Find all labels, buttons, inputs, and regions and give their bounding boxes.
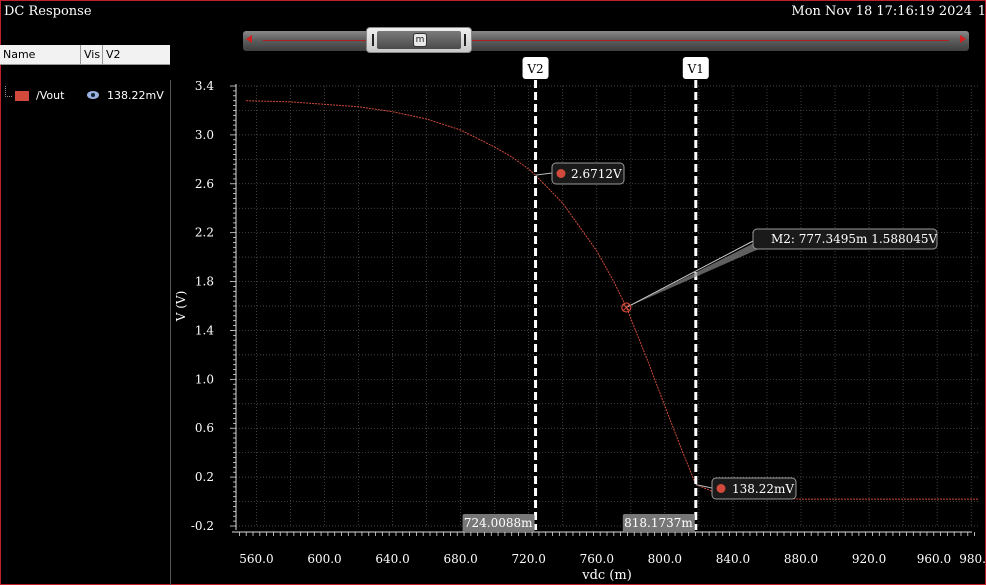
x-tick-labels: 560.0 600.0 640.0 680.0 720.0 760.0 800.0 840.0… [239,552,986,566]
marker-leader [626,239,756,308]
y-tick-label: 3.0 [195,128,214,142]
y-tick-labels: 3.4 3.0 2.6 2.2 1.8 1.4 1.0 0.6 0.2 -0.2 [191,79,214,533]
x-tick-label: 980.0 [959,552,986,566]
x-tick-label: 760.0 [580,552,614,566]
axes [232,84,972,533]
trace-vout[interactable] [246,100,978,500]
vertical-marker-label: V1 [687,62,704,76]
marker-readout: 724.0088m [464,516,533,530]
y-tick-label: 3.4 [195,79,214,93]
marker-value: 138.22mV [732,482,794,496]
vertical-markers[interactable]: V2 724.0088m V1 818.1737m [462,57,709,532]
plot-area[interactable]: 560.0 600.0 640.0 680.0 720.0 760.0 800.0 840.0… [0,0,986,585]
x-tick-label: 680.0 [443,552,477,566]
y-tick-label: 2.6 [195,177,214,191]
grid [236,85,978,527]
marker-dot [716,484,726,493]
marker-m2-label: M2: 777.3495m 1.588045V [771,232,937,246]
x-tick-label: 600.0 [307,552,341,566]
x-axis-label: vdc (m) [581,568,632,583]
y-tick-label: 0.2 [195,470,214,484]
x-tick-label: 640.0 [375,552,409,566]
y-tick-label: -0.2 [191,519,214,533]
y-tick-label: 0.6 [195,421,214,435]
y-tick-label: 1.0 [195,372,214,386]
x-tick-label: 920.0 [852,552,886,566]
marker-leader [535,172,553,176]
y-tick-label: 1.8 [195,275,214,289]
traces[interactable] [246,100,978,500]
marker-leader [695,484,713,489]
marker-leader-wedge [626,244,770,308]
point-markers[interactable]: 2.6712V 138.22mV M2: 777.3495m 1.588045V [535,162,938,500]
x-tick-label: 720.0 [512,552,546,566]
x-tick-label: 560.0 [239,552,273,566]
x-tick-label: 800.0 [648,552,682,566]
marker-readout: 818.1737m [624,516,693,530]
marker-value: 2.6712V [571,167,622,181]
x-tick-label: 880.0 [784,552,818,566]
y-axis-label: V (V) [174,291,188,323]
marker-dot [556,169,566,178]
x-tick-label: 960.0 [917,552,951,566]
tick-marks [230,85,975,536]
y-tick-label: 1.4 [195,323,214,337]
y-tick-label: 2.2 [195,226,214,240]
vertical-marker-label: V2 [526,62,543,76]
x-tick-label: 840.0 [716,552,750,566]
